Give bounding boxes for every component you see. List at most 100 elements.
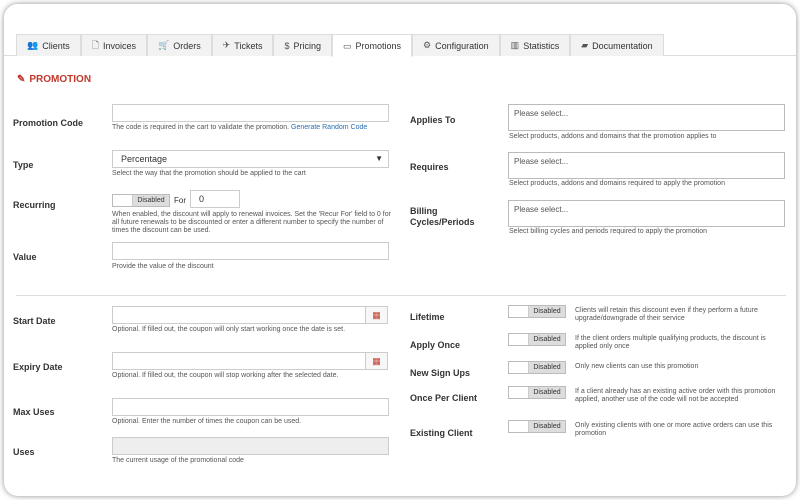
recurring-label: Recurring — [13, 200, 56, 210]
tab-bar: 👥 Clients 🗋 Invoices 🛒 Orders ✈ Tickets $ Pri… — [4, 4, 796, 57]
type-help: Select the way that the promotion should… — [112, 170, 306, 177]
toggle-state: Disabled — [529, 362, 565, 373]
uses-help: The current usage of the promotional cod… — [112, 457, 244, 464]
existing-client-label: Existing Client — [410, 428, 473, 438]
promotion-icon: ▭ — [343, 40, 352, 51]
toggle-state: Disabled — [529, 306, 565, 317]
max-uses-input[interactable] — [112, 398, 389, 416]
billing-cycles-label-line2: Cycles/Periods — [410, 217, 475, 227]
promotion-code-help-text: The code is required in the cart to vali… — [112, 124, 290, 131]
new-sign-ups-label: New Sign Ups — [410, 368, 471, 378]
toggle-knob — [509, 362, 529, 373]
file-icon: 🗋 — [91, 39, 99, 50]
promotion-code-help: The code is required in the cart to vali… — [112, 124, 389, 132]
once-per-client-help: If a client already has an existing acti… — [575, 388, 776, 403]
value-help: Provide the value of the discount — [112, 263, 214, 270]
recurring-toggle[interactable]: Disabled — [112, 194, 170, 207]
applies-to-label: Applies To — [410, 115, 456, 125]
tab-promotions[interactable]: ▭ Promotions — [332, 34, 413, 57]
start-date-help: Optional. If filled out, the coupon will… — [112, 326, 346, 333]
toggle-state: Disabled — [529, 387, 565, 398]
lifetime-toggle[interactable]: Disabled — [508, 305, 566, 318]
once-per-client-label: Once Per Client — [410, 393, 478, 403]
apply-once-label: Apply Once — [410, 340, 461, 350]
calendar-icon: ▦ — [372, 355, 381, 366]
tab-label: Statistics — [523, 40, 560, 51]
value-input[interactable] — [112, 242, 389, 260]
tab-configuration[interactable]: ⚙ Configuration — [412, 34, 500, 56]
recur-for-input[interactable]: 0 — [190, 190, 240, 208]
type-select-value: Percentage — [121, 154, 168, 164]
generate-random-code-link[interactable]: Generate Random Code — [291, 124, 367, 131]
existing-client-help: Only existing clients with one or more a… — [575, 422, 773, 437]
requires-select[interactable]: Please select... — [508, 152, 785, 179]
cogs-icon: ⚙ — [423, 40, 432, 50]
tab-label: Invoices — [102, 40, 137, 51]
chart-icon: ▥ — [510, 40, 520, 50]
section-divider — [16, 295, 786, 296]
tab-label: Pricing — [293, 40, 321, 51]
once-per-client-toggle[interactable]: Disabled — [508, 386, 566, 399]
applies-to-select[interactable]: Please select... — [508, 104, 785, 131]
recur-for-label: For — [174, 196, 186, 205]
expiry-date-help: Optional. If filled out, the coupon will… — [112, 372, 339, 379]
section-title-text: PROMOTION — [29, 74, 92, 85]
tab-documentation[interactable]: ▰ Documentation — [570, 34, 664, 56]
start-date-input[interactable] — [112, 306, 366, 324]
tab-statistics[interactable]: ▥ Statistics — [499, 34, 571, 56]
max-uses-help: Optional. Enter the number of times the … — [112, 418, 302, 425]
new-sign-ups-help: Only new clients can use this promotion — [575, 363, 699, 370]
toggle-state: Disabled — [133, 195, 169, 206]
toggle-knob — [509, 306, 529, 317]
tab-label: Documentation — [592, 40, 653, 51]
promotion-window: 👥 Clients 🗋 Invoices 🛒 Orders ✈ Tickets $ Pri… — [4, 4, 796, 496]
requires-label: Requires — [410, 162, 449, 172]
type-select[interactable]: Percentage ▼ — [112, 150, 389, 168]
tab-label: Promotions — [355, 41, 402, 51]
apply-once-help: If the client orders multiple qualifying… — [575, 335, 766, 350]
caret-down-icon: ▼ — [375, 154, 383, 163]
calendar-button[interactable]: ▦ — [366, 306, 388, 324]
tab-pricing[interactable]: $ Pricing — [273, 34, 332, 56]
calendar-button[interactable]: ▦ — [366, 352, 388, 370]
promotion-code-input[interactable] — [112, 104, 389, 122]
value-label: Value — [13, 252, 37, 262]
billing-cycles-label: Billing Cycles/Periods — [410, 206, 475, 228]
tab-label: Orders — [173, 40, 201, 51]
tab-clients[interactable]: 👥 Clients — [16, 34, 81, 56]
billing-cycles-label-line1: Billing — [410, 206, 438, 216]
type-label: Type — [13, 160, 34, 170]
apply-once-toggle[interactable]: Disabled — [508, 333, 566, 346]
new-sign-ups-toggle[interactable]: Disabled — [508, 361, 566, 374]
uses-input — [112, 437, 389, 455]
cart-icon: 🛒 — [158, 40, 170, 50]
billing-cycles-select[interactable]: Please select... — [508, 200, 785, 227]
toggle-knob — [113, 195, 133, 206]
start-date-label: Start Date — [13, 316, 56, 326]
ticket-icon: ✈ — [222, 40, 231, 50]
calendar-icon: ▦ — [372, 309, 381, 320]
expiry-date-label: Expiry Date — [13, 362, 63, 372]
tab-label: Configuration — [435, 40, 489, 51]
tabs: 👥 Clients 🗋 Invoices 🛒 Orders ✈ Tickets $ Pri… — [16, 34, 664, 57]
billing-cycles-help: Select billing cycles and periods requir… — [509, 228, 708, 235]
applies-to-help: Select products, addons and domains that… — [509, 133, 717, 140]
tab-invoices[interactable]: 🗋 Invoices — [80, 34, 148, 56]
edit-icon: ✎ — [17, 74, 26, 85]
users-icon: 👥 — [27, 40, 39, 50]
section-title: ✎ PROMOTION — [17, 74, 91, 85]
toggle-knob — [509, 334, 529, 345]
lifetime-help: Clients will retain this discount even i… — [575, 307, 758, 322]
tab-orders[interactable]: 🛒 Orders — [147, 34, 212, 56]
existing-client-toggle[interactable]: Disabled — [508, 420, 566, 433]
recurring-help: When enabled, the discount will apply to… — [112, 211, 391, 234]
requires-help: Select products, addons and domains requ… — [509, 180, 725, 187]
dollar-icon: $ — [284, 40, 290, 51]
promotion-code-label: Promotion Code — [13, 118, 83, 128]
expiry-date-input[interactable] — [112, 352, 366, 370]
tab-label: Tickets — [234, 40, 263, 51]
toggle-state: Disabled — [529, 334, 565, 345]
uses-label: Uses — [13, 447, 35, 457]
toggle-state: Disabled — [529, 421, 565, 432]
tab-tickets[interactable]: ✈ Tickets — [211, 34, 274, 56]
